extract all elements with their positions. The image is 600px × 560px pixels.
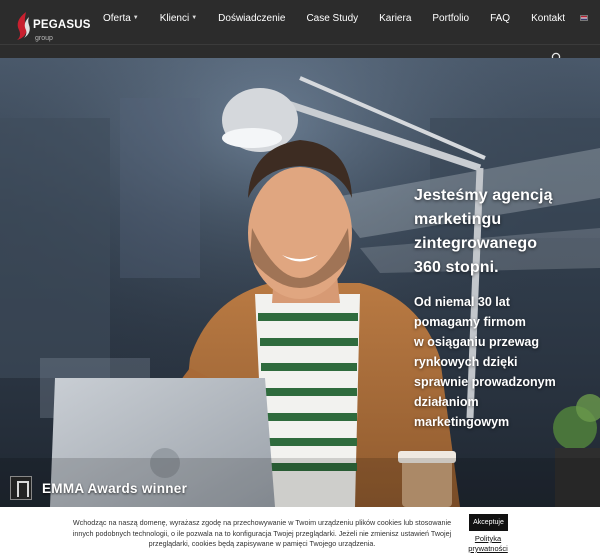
award-trophy-icon (10, 476, 32, 500)
accept-cookies-button[interactable]: Akceptuje (469, 514, 508, 531)
nav-item-klienci[interactable]: Klienci ▼ (160, 13, 197, 24)
cookie-consent-bar: Wchodząc na naszą domenę, wyrażasz zgodę… (0, 507, 600, 560)
logo-subtitle: group (35, 35, 53, 42)
privacy-policy-link[interactable]: Polityka prywatności (462, 534, 514, 554)
nav-item-label: Doświadczenie (218, 12, 286, 24)
nav-item-label: Kariera (379, 12, 412, 24)
nav-item-oferta[interactable]: Oferta ▼ (103, 13, 139, 24)
nav-item-faq[interactable]: FAQ (490, 13, 510, 24)
hero-headline-line: 360 stopni. (414, 259, 499, 276)
nav-item-label: Oferta (103, 12, 131, 24)
nav-item-label: FAQ (490, 12, 511, 24)
hero-headline: Jesteśmy agencją marketingu zintegrowane… (414, 184, 586, 280)
award-badge[interactable]: EMMA Awards winner (10, 476, 187, 500)
hero-sub-line: Od niemal 30 lat (414, 295, 510, 309)
hero-headline-line: marketingu (414, 211, 502, 228)
hero-sub-line: rynkowych dzięki (414, 355, 518, 369)
hero-banner: Jesteśmy agencją marketingu zintegrowane… (0, 58, 600, 507)
hero-sub-line: sprawnie prowadzonym (414, 375, 556, 389)
nav-item-label: Kontakt (531, 12, 566, 24)
nav-item-label: Case Study (306, 12, 359, 24)
header-divider (0, 44, 600, 45)
chevron-down-icon: ▼ (191, 15, 198, 21)
award-title: EMMA Awards winner (42, 480, 188, 496)
hero-headline-line: Jesteśmy agencją (414, 187, 553, 204)
pegasus-logo[interactable]: PEGASUS group (14, 11, 94, 47)
site-header: PEGASUS group Oferta ▼ Klienci ▼ Doświad… (0, 0, 600, 64)
logo-wordmark: PEGASUS (33, 19, 91, 31)
main-navigation: Oferta ▼ Klienci ▼ Doświadczenie Case St… (103, 11, 589, 25)
nav-item-kariera[interactable]: Kariera (379, 13, 411, 24)
hero-text: Jesteśmy agencją marketingu zintegrowane… (414, 184, 586, 432)
uk-flag-icon[interactable] (580, 15, 589, 21)
cookie-notice-text: Wchodząc na naszą domenę, wyrażasz zgodę… (72, 518, 452, 548)
hero-sub-line: pomagamy firmom (414, 315, 526, 329)
pegasus-flame-icon (17, 12, 30, 40)
hero-sub-line: w osiąganiu przewag (414, 335, 540, 349)
nav-item-portfolio[interactable]: Portfolio (432, 13, 469, 24)
hero-sub-line: marketingowym (414, 415, 510, 429)
nav-item-label: Portfolio (432, 12, 470, 24)
nav-item-doswiadczenie[interactable]: Doświadczenie (218, 13, 285, 24)
nav-item-kontakt[interactable]: Kontakt (531, 13, 565, 24)
chevron-down-icon: ▼ (132, 15, 139, 21)
hero-sub-line: działaniom (414, 395, 479, 409)
hero-subheadline: Od niemal 30 lat pomagamy firmom w osiąg… (414, 292, 586, 432)
nav-item-case-study[interactable]: Case Study (306, 13, 358, 24)
hero-headline-line: zintegrowanego (414, 235, 538, 252)
nav-item-label: Klienci (159, 12, 190, 24)
